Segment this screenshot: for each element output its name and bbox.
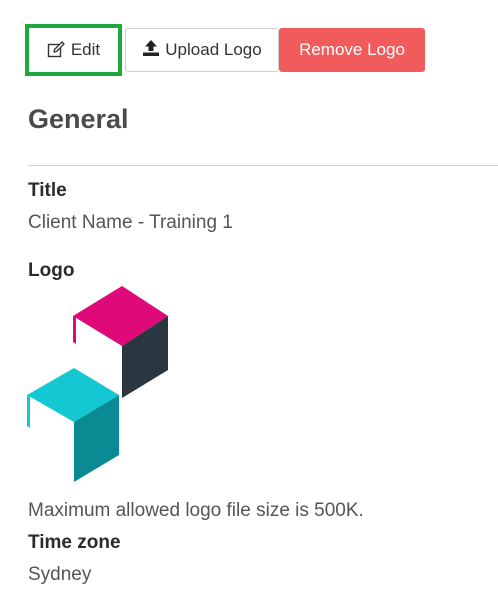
edit-button[interactable]: Edit — [25, 24, 122, 76]
edit-icon — [47, 41, 65, 59]
upload-logo-button-label: Upload Logo — [165, 40, 262, 59]
timezone-label: Time zone — [28, 532, 121, 553]
logo-lower-left-edge — [27, 395, 30, 428]
divider — [28, 165, 498, 166]
logo-label: Logo — [28, 260, 75, 281]
upload-icon — [142, 39, 160, 62]
remove-logo-button-label: Remove Logo — [299, 40, 405, 59]
edit-button-label: Edit — [70, 40, 101, 59]
upload-logo-button[interactable]: Upload Logo — [125, 28, 279, 72]
logo-size-note: Maximum allowed logo file size is 500K. — [28, 500, 364, 521]
logo-upper-left-edge — [73, 316, 76, 344]
timezone-value: Sydney — [28, 564, 92, 585]
title-label: Title — [28, 180, 67, 201]
section-title: General — [28, 104, 129, 134]
title-value: Client Name - Training 1 — [28, 212, 233, 233]
client-logo-image — [27, 286, 169, 482]
toolbar: Edit Upload Logo Remove Logo — [25, 24, 425, 76]
remove-logo-button[interactable]: Remove Logo — [279, 28, 425, 72]
